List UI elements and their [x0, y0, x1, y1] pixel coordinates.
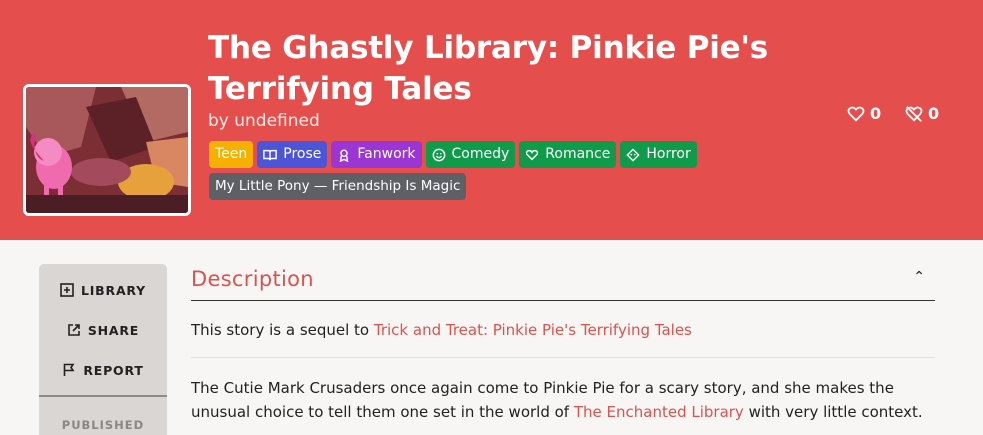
cover-art: [26, 87, 188, 213]
tag-fanwork[interactable]: Fanwork: [331, 141, 422, 168]
chevron-up-icon[interactable]: ⌃: [913, 269, 925, 285]
story-title: The Ghastly Library: Pinkie Pie's Terrif…: [208, 30, 769, 107]
tag-label: Romance: [545, 146, 611, 162]
description-text-end: with very little context.: [743, 403, 923, 421]
sequel-note: This story is a sequel to Trick and Trea…: [191, 320, 935, 340]
tag-label: Fanwork: [357, 146, 416, 162]
library-button[interactable]: LIBRARY: [39, 279, 167, 301]
plus-square-icon: [60, 283, 74, 297]
report-label: REPORT: [83, 362, 144, 378]
enchanted-library-link[interactable]: The Enchanted Library: [574, 403, 744, 421]
flag-icon: [64, 363, 75, 376]
dislike-count: 0: [928, 104, 940, 123]
tag-label: Comedy: [451, 146, 510, 162]
external-link-icon: [68, 324, 80, 336]
smile-icon: [432, 148, 445, 161]
description-body: The Cutie Mark Crusaders once again come…: [191, 376, 935, 424]
tag-prose[interactable]: Prose: [257, 141, 328, 168]
tag-comedy[interactable]: Comedy: [425, 141, 516, 168]
story-sidebar: LIBRARY SHARE REPORT PUBLISHED: [39, 264, 167, 435]
cover-image[interactable]: [23, 84, 191, 216]
tag-label: Prose: [283, 146, 322, 162]
share-label: SHARE: [87, 322, 140, 338]
story-author[interactable]: by undefined: [208, 110, 320, 132]
tag-label: Teen: [215, 146, 248, 162]
story-header: The Ghastly Library: Pinkie Pie's Terrif…: [0, 0, 983, 240]
library-label: LIBRARY: [80, 282, 147, 298]
like-count: 0: [870, 104, 882, 123]
published-label: PUBLISHED: [61, 418, 145, 432]
heart-off-icon: [905, 105, 923, 122]
fandom-tag[interactable]: My Little Pony — Friendship Is Magic: [209, 173, 467, 200]
share-button[interactable]: SHARE: [39, 319, 167, 341]
tag-horror[interactable]: Horror: [620, 141, 697, 168]
ghost-icon: [626, 147, 641, 162]
hearts-icon: [526, 149, 539, 160]
heart-icon: [847, 106, 865, 122]
like-button[interactable]: 0: [847, 104, 881, 123]
book-icon: [263, 149, 278, 160]
description-divider: [191, 357, 935, 358]
dislike-button[interactable]: 0: [905, 104, 939, 123]
sequel-link[interactable]: Trick and Treat: Pinkie Pie's Terrifying…: [374, 321, 692, 339]
report-button[interactable]: REPORT: [39, 359, 167, 381]
tag-romance[interactable]: Romance: [519, 141, 617, 168]
tag-label: Horror: [646, 146, 691, 162]
description-heading: Description: [191, 267, 314, 291]
tag-list: Teen Prose Fanwork Comedy Romance Horror: [209, 141, 697, 168]
sidebar-divider: [39, 395, 167, 397]
fanwork-icon: [340, 148, 349, 162]
description-header[interactable]: Description ⌃: [191, 267, 935, 301]
tag-rating[interactable]: Teen: [209, 141, 254, 168]
sequel-prefix: This story is a sequel to: [191, 321, 374, 339]
